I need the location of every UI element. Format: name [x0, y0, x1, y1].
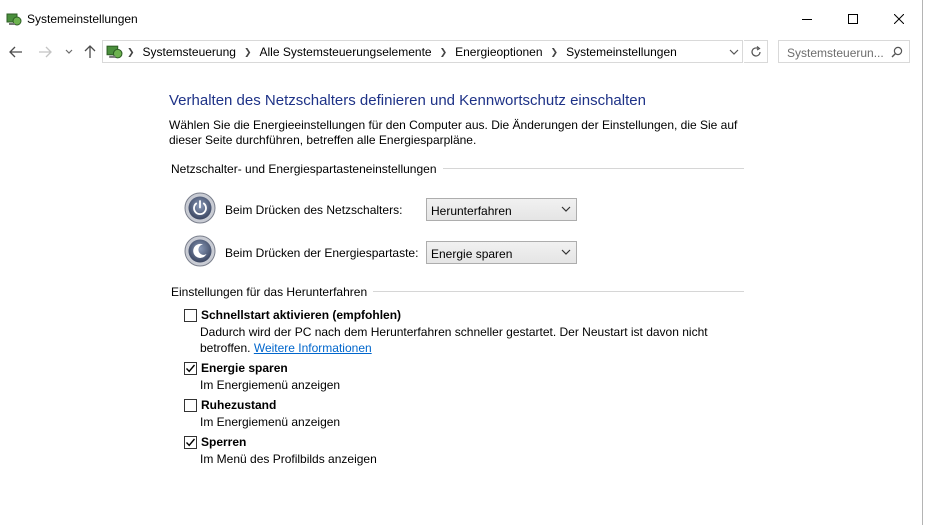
- power-button-label: Beim Drücken des Netzschalters:: [225, 203, 403, 217]
- refresh-icon: [750, 45, 761, 57]
- search-placeholder: Systemsteuerun...: [787, 46, 884, 60]
- recent-locations-button[interactable]: [62, 42, 76, 62]
- back-button[interactable]: [6, 42, 26, 62]
- hibernate-option-description: Im Energiemenü anzeigen: [200, 415, 341, 429]
- fast-startup-label[interactable]: Schnellstart aktivieren (empfohlen): [201, 308, 401, 322]
- search-icon: [891, 46, 903, 58]
- minimize-button[interactable]: [784, 0, 830, 38]
- lock-option-label[interactable]: Sperren: [201, 435, 246, 449]
- sleep-button-icon: [184, 235, 216, 267]
- sleep-button-action-value: Energie sparen: [431, 247, 513, 261]
- breadcrumb-item[interactable]: Systemeinstellungen: [566, 45, 677, 59]
- address-bar[interactable]: ❯ Systemsteuerung ❯ Alle Systemsteuerung…: [102, 40, 743, 63]
- page-title: Verhalten des Netzschalters definieren u…: [169, 92, 646, 109]
- more-info-link[interactable]: Weitere Informationen: [254, 341, 372, 355]
- sleep-button-action-select[interactable]: Energie sparen: [426, 241, 577, 264]
- chevron-down-icon[interactable]: [728, 46, 740, 58]
- power-button-action-value: Herunterfahren: [431, 204, 512, 218]
- fast-startup-checkbox[interactable]: [184, 309, 197, 322]
- chevron-right-icon[interactable]: ❯: [127, 47, 135, 58]
- chevron-down-icon: [561, 249, 571, 255]
- window-title: Systemeinstellungen: [27, 12, 138, 26]
- checkmark-icon: [185, 438, 196, 447]
- chevron-down-icon: [65, 49, 73, 54]
- fast-startup-description: Dadurch wird der PC nach dem Herunterfah…: [200, 324, 720, 356]
- hibernate-checkbox[interactable]: [184, 399, 197, 412]
- up-button[interactable]: [80, 42, 100, 62]
- refresh-button[interactable]: [744, 40, 768, 63]
- checkmark-icon: [185, 364, 196, 373]
- lock-checkbox[interactable]: [184, 436, 197, 449]
- navigation-bar: ❯ Systemsteuerung ❯ Alle Systemsteuerung…: [0, 38, 922, 66]
- forward-button[interactable]: [35, 42, 55, 62]
- power-button-icon: [184, 192, 216, 224]
- arrow-right-icon: [39, 46, 52, 58]
- close-button[interactable]: [876, 0, 922, 38]
- control-panel-icon: [6, 13, 22, 26]
- control-panel-icon: [106, 45, 123, 59]
- sleep-button-label: Beim Drücken der Energiespartaste:: [225, 246, 419, 260]
- breadcrumb-item[interactable]: Alle Systemsteuerungselemente: [259, 45, 431, 59]
- chevron-right-icon[interactable]: ❯: [551, 47, 559, 58]
- title-bar: Systemeinstellungen: [0, 0, 922, 38]
- power-button-action-select[interactable]: Herunterfahren: [426, 198, 577, 221]
- sleep-option-description: Im Energiemenü anzeigen: [200, 378, 341, 392]
- breadcrumb-item[interactable]: Energieoptionen: [455, 45, 542, 59]
- lock-option-description: Im Menü des Profilbilds anzeigen: [200, 452, 377, 466]
- chevron-right-icon[interactable]: ❯: [244, 47, 252, 58]
- sleep-checkbox[interactable]: [184, 362, 197, 375]
- close-icon: [894, 14, 904, 24]
- search-input[interactable]: Systemsteuerun...: [778, 40, 910, 63]
- intro-text: Wählen Sie die Energieeinstellungen für …: [169, 118, 738, 147]
- arrow-up-icon: [84, 45, 96, 58]
- shutdown-section-heading: Einstellungen für das Herunterfahren: [171, 285, 374, 299]
- main-content: Verhalten des Netzschalters definieren u…: [0, 66, 922, 525]
- breadcrumb-item[interactable]: Systemsteuerung: [143, 45, 236, 59]
- power-section-heading: Netzschalter- und Energiespartasteneinst…: [171, 162, 443, 176]
- sleep-option-label[interactable]: Energie sparen: [201, 361, 288, 375]
- chevron-down-icon: [561, 206, 571, 212]
- hibernate-option-label[interactable]: Ruhezustand: [201, 398, 276, 412]
- breadcrumb: ❯ Systemsteuerung ❯ Alle Systemsteuerung…: [127, 45, 677, 59]
- chevron-right-icon[interactable]: ❯: [440, 47, 448, 58]
- minimize-icon: [802, 19, 812, 20]
- window-border: [922, 0, 927, 525]
- maximize-button[interactable]: [830, 0, 876, 38]
- arrow-left-icon: [9, 46, 22, 58]
- maximize-icon: [848, 14, 858, 24]
